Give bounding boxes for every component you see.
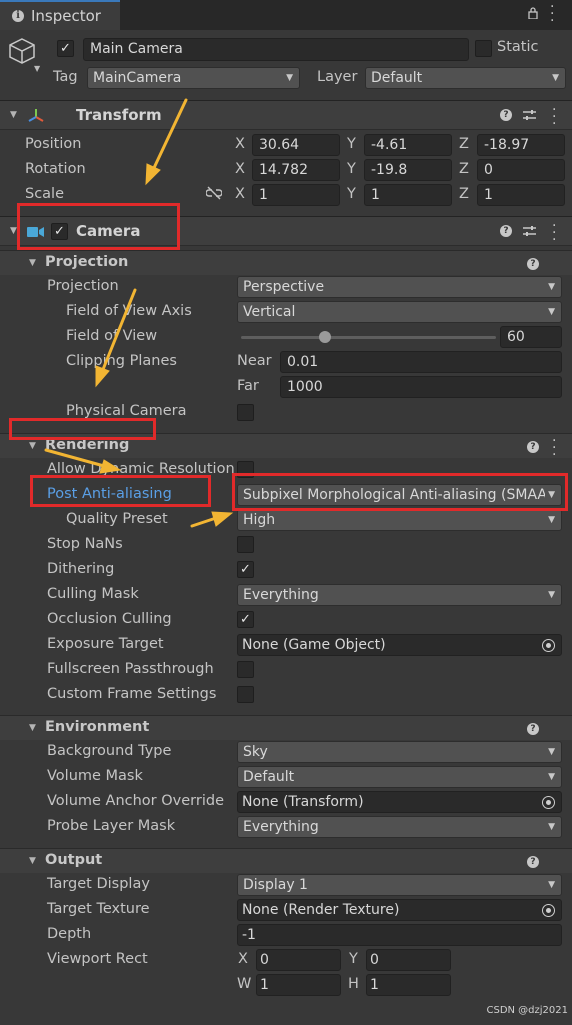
annotation-arrows (44, 98, 234, 528)
watermark: CSDN @dzj2021 (486, 1005, 568, 1016)
